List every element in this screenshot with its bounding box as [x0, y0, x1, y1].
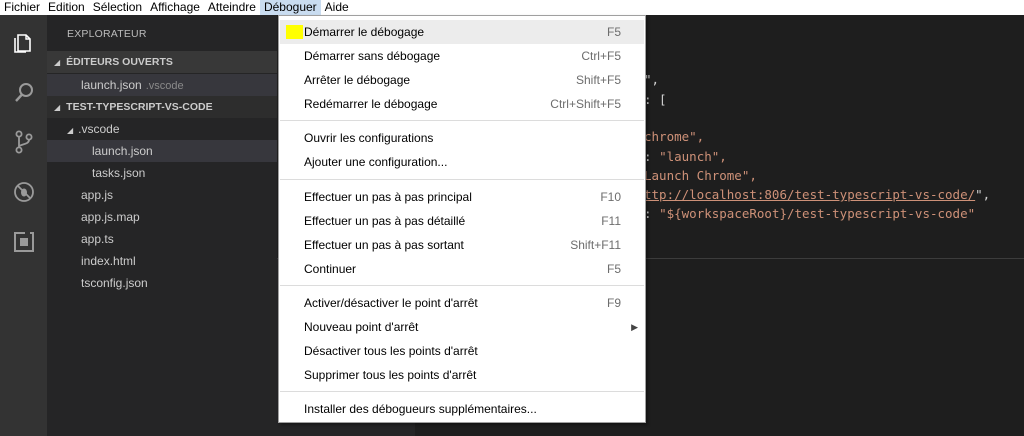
menu-item-open-configurations[interactable]: Ouvrir les configurations	[280, 126, 644, 150]
highlight-marker	[286, 25, 303, 39]
menu-selection[interactable]: Sélection	[89, 0, 146, 15]
menu-go[interactable]: Atteindre	[204, 0, 260, 15]
collapse-triangle-icon: ◢	[54, 58, 61, 67]
debug-menu-dropdown: Démarrer le débogage F5 Démarrer sans dé…	[278, 15, 646, 423]
open-editor-folder: .vscode	[145, 80, 184, 92]
tree-folder-vscode[interactable]: ◢ .vscode	[47, 118, 277, 140]
folder-expanded-icon: ◢	[67, 126, 74, 135]
activity-bar	[0, 15, 47, 436]
explorer-title: EXPLORATEUR	[67, 28, 147, 40]
search-icon[interactable]	[0, 73, 47, 113]
menu-separator	[280, 179, 644, 180]
menu-item-toggle-breakpoint[interactable]: Activer/désactiver le point d'arrêt F9	[280, 291, 644, 315]
open-editor-name: launch.json	[81, 78, 142, 92]
explorer-sidebar: EXPLORATEUR ◢ ÉDITEURS OUVERTS launch.jso…	[47, 15, 277, 436]
tree-file-launch-json[interactable]: launch.json	[47, 140, 277, 162]
menu-separator	[280, 285, 644, 286]
menu-item-start-debugging[interactable]: Démarrer le débogage F5	[280, 20, 644, 44]
menu-edit[interactable]: Edition	[44, 0, 89, 15]
open-editor-item[interactable]: launch.json .vscode	[47, 74, 277, 96]
files-icon[interactable]	[0, 23, 47, 63]
menu-item-remove-all-breakpoints[interactable]: Supprimer tous les points d'arrêt	[280, 363, 644, 387]
tree-file-app-ts[interactable]: app.ts	[47, 228, 277, 250]
collapse-triangle-icon: ◢	[54, 103, 61, 112]
submenu-arrow-icon: ▶	[631, 322, 638, 332]
menu-bar: Fichier Edition Sélection Affichage Atte…	[0, 0, 1024, 15]
source-control-icon[interactable]	[0, 122, 47, 162]
tree-file-app-js[interactable]: app.js	[47, 184, 277, 206]
menu-item-disable-all-breakpoints[interactable]: Désactiver tous les points d'arrêt	[280, 339, 644, 363]
tree-file-tasks-json[interactable]: tasks.json	[47, 162, 277, 184]
extensions-icon[interactable]	[0, 222, 47, 262]
menu-file[interactable]: Fichier	[0, 0, 44, 15]
menu-help[interactable]: Aide	[321, 0, 353, 15]
code-line-2: : [	[644, 92, 667, 107]
code-line-6: ttp://localhost:806/test-typescript-vs-c…	[644, 187, 991, 202]
menu-item-step-into[interactable]: Effectuer un pas à pas détaillé F11	[280, 209, 644, 233]
code-line-5: Launch Chrome",	[644, 168, 757, 183]
tree-file-app-js-map[interactable]: app.js.map	[47, 206, 277, 228]
menu-debug[interactable]: Déboguer	[259, 0, 321, 15]
code-line-3: chrome",	[644, 129, 705, 144]
menu-item-add-configuration[interactable]: Ajouter une configuration...	[280, 150, 644, 174]
debug-icon[interactable]	[0, 172, 47, 212]
tree-file-index-html[interactable]: index.html	[47, 250, 277, 272]
code-line-4: : "launch",	[644, 149, 727, 164]
menu-item-continue[interactable]: Continuer F5	[280, 257, 644, 281]
menu-view[interactable]: Affichage	[146, 0, 204, 15]
menu-item-step-over[interactable]: Effectuer un pas à pas principal F10	[280, 185, 644, 209]
menu-separator	[280, 120, 644, 121]
menu-item-step-out[interactable]: Effectuer un pas à pas sortant Shift+F11	[280, 233, 644, 257]
project-header[interactable]: ◢ TEST-TYPESCRIPT-VS-CODE	[47, 96, 277, 118]
tree-file-tsconfig-json[interactable]: tsconfig.json	[47, 272, 277, 294]
code-line-7: : "${workspaceRoot}/test-typescript-vs-c…	[644, 206, 976, 221]
open-editors-header[interactable]: ◢ ÉDITEURS OUVERTS	[47, 51, 277, 73]
menu-item-install-debuggers[interactable]: Installer des débogueurs supplémentaires…	[280, 397, 644, 421]
menu-item-stop-debugging[interactable]: Arrêter le débogage Shift+F5	[280, 68, 644, 92]
menu-item-restart-debugging[interactable]: Redémarrer le débogage Ctrl+Shift+F5	[280, 92, 644, 116]
menu-item-start-without-debugging[interactable]: Démarrer sans débogage Ctrl+F5	[280, 44, 644, 68]
code-line-1: ",	[644, 72, 660, 87]
menu-item-new-breakpoint[interactable]: Nouveau point d'arrêt ▶	[280, 315, 644, 339]
menu-separator	[280, 391, 644, 392]
